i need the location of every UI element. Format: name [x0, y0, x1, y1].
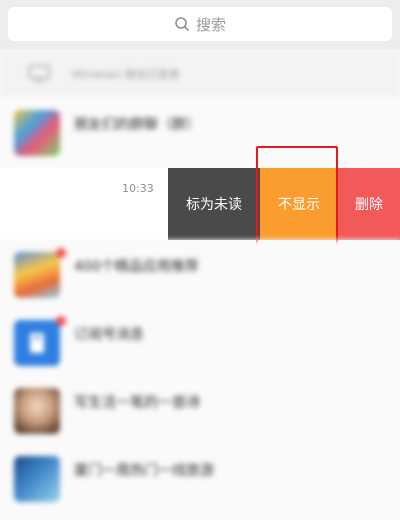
chat-row[interactable]: 写生活一笔的一首诗 [0, 376, 400, 448]
unread-badge [56, 248, 66, 258]
chat-row[interactable]: 400个精品应用推荐 [0, 240, 400, 312]
chat-title: 朋友们的群聊（群） [74, 117, 200, 133]
delete-button[interactable]: 删除 [338, 168, 400, 240]
chat-row[interactable]: 朋友们的群聊（群） [0, 98, 400, 170]
search-area: 搜索 [0, 0, 400, 50]
avatar [14, 252, 60, 298]
chat-title: 400个精品应用推荐 [74, 259, 199, 275]
avatar [14, 110, 60, 156]
chat-title: 订阅号消息 [74, 327, 144, 343]
search-icon [175, 17, 189, 31]
mark-unread-button[interactable]: 标为未读 [168, 168, 260, 240]
windows-login-text: Windows 微信已登录 [72, 68, 180, 81]
swiped-chat-row[interactable]: 10:33 标为未读 不显示 删除 [0, 168, 400, 240]
swiped-chat-time: 10:33 [122, 182, 154, 195]
avatar [14, 388, 60, 434]
chat-title: 写生活一笔的一首诗 [74, 395, 200, 411]
chat-row[interactable]: 厦门一周热门一线旅游 [0, 444, 400, 516]
windows-login-notice[interactable]: Windows 微信已登录 [0, 50, 400, 98]
search-bar[interactable]: 搜索 [8, 7, 392, 41]
monitor-icon [28, 65, 50, 83]
search-placeholder: 搜索 [195, 15, 226, 34]
chat-row[interactable]: 订阅号消息 [0, 308, 400, 380]
chat-title: 厦门一周热门一线旅游 [74, 463, 214, 479]
hide-button[interactable]: 不显示 [260, 168, 338, 240]
avatar [14, 456, 60, 502]
unread-badge [56, 316, 66, 326]
subscription-icon [30, 333, 44, 353]
avatar [14, 320, 60, 366]
